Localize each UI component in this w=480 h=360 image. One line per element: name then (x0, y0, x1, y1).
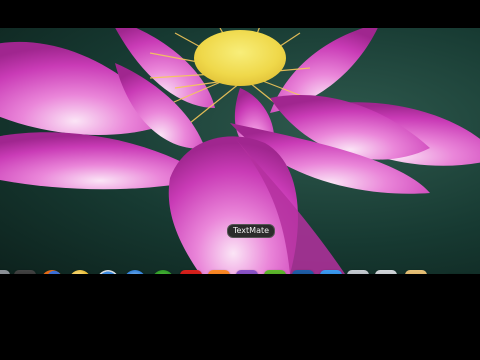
gold-coin-icon[interactable] (69, 270, 91, 274)
filezilla-icon[interactable]: FZ (180, 270, 202, 274)
dreamweaver-icon[interactable]: Dw (264, 270, 286, 274)
utorrent-icon[interactable]: µ (152, 270, 174, 274)
desktop-screen: TextMate ♫ µ FZ ☒ ✿ Dw Ps ⚒ ☺ ▣ ▤ (0, 28, 480, 274)
dock: ♫ µ FZ ☒ ✿ Dw Ps ⚒ ☺ ▣ ▤ (0, 262, 480, 274)
textmate-flower-icon[interactable]: ✿ (236, 270, 258, 274)
system-profiler-icon[interactable] (14, 270, 36, 274)
app-icon[interactable] (0, 270, 10, 274)
archive-box-icon[interactable]: ▤ (405, 270, 427, 274)
automator-robot-icon[interactable]: ☺ (347, 270, 369, 274)
imovie-clapper-icon[interactable]: ▣ (375, 270, 397, 274)
firefox-icon[interactable] (41, 270, 63, 274)
itunes-note-icon[interactable]: ♫ (124, 270, 146, 274)
xampp-icon[interactable]: ☒ (208, 270, 230, 274)
dock-tooltip: TextMate (227, 224, 276, 238)
xcode-hammer-icon[interactable]: ⚒ (320, 270, 342, 274)
photoshop-icon[interactable]: Ps (292, 270, 314, 274)
safari-compass-icon[interactable] (97, 270, 119, 274)
